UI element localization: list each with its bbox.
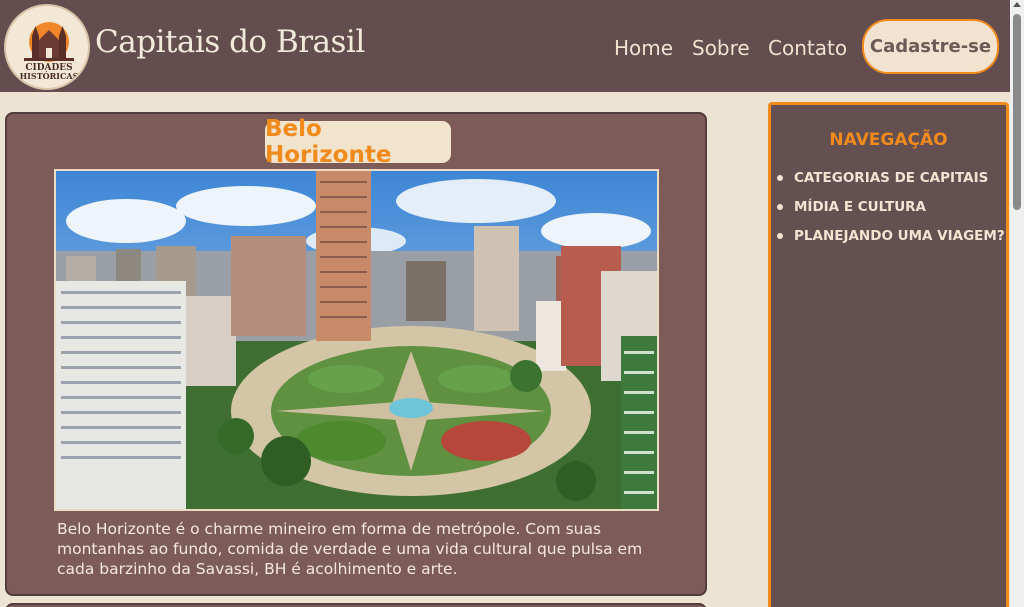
sidebar-list: CATEGORIAS DE CAPITAIS MÍDIA E CULTURA P… xyxy=(777,163,1005,250)
sidebar-item-midia[interactable]: MÍDIA E CULTURA xyxy=(777,192,1005,221)
city-title: Belo Horizonte xyxy=(265,116,451,168)
vertical-scrollbar[interactable] xyxy=(1010,0,1024,607)
signup-button[interactable]: Cadastre-se xyxy=(862,19,999,74)
sidebar-item-label: CATEGORIAS DE CAPITAIS xyxy=(794,169,989,186)
sidebar-item-label: MÍDIA E CULTURA xyxy=(794,198,927,215)
scroll-thumb[interactable] xyxy=(1013,14,1021,210)
city-card: Belo Horizonte Belo Horizonte é o charme… xyxy=(5,112,707,596)
sidebar-item-categorias[interactable]: CATEGORIAS DE CAPITAIS xyxy=(777,163,1005,192)
next-city-card xyxy=(5,603,707,607)
city-photo xyxy=(54,169,659,511)
nav-sobre-link[interactable]: Sobre xyxy=(692,36,750,60)
site-logo[interactable]: CIDADES HISTÓRICAS xyxy=(4,4,90,90)
site-title: Capitais do Brasil xyxy=(95,24,365,60)
cathedral-icon: CIDADES HISTÓRICAS xyxy=(20,22,79,81)
bullet-icon xyxy=(777,232,783,239)
nav-home-link[interactable]: Home xyxy=(614,36,673,60)
bullet-icon xyxy=(777,203,783,210)
nav-contato-link[interactable]: Contato xyxy=(768,36,847,60)
sidebar-title: NAVEGAÇÃO xyxy=(829,130,948,150)
site-header: CIDADES HISTÓRICAS Capitais do Brasil Ho… xyxy=(0,0,1010,92)
sidebar: NAVEGAÇÃO CATEGORIAS DE CAPITAIS MÍDIA E… xyxy=(768,102,1009,607)
sidebar-item-viagem[interactable]: PLANEJANDO UMA VIAGEM? xyxy=(777,221,1005,250)
scroll-up-arrow-icon[interactable] xyxy=(1013,2,1021,7)
logo-text-line2: HISTÓRICAS xyxy=(20,71,79,81)
city-description: Belo Horizonte é o charme mineiro em for… xyxy=(57,520,643,578)
sidebar-item-label: PLANEJANDO UMA VIAGEM? xyxy=(794,227,1005,244)
bullet-icon xyxy=(777,174,783,181)
